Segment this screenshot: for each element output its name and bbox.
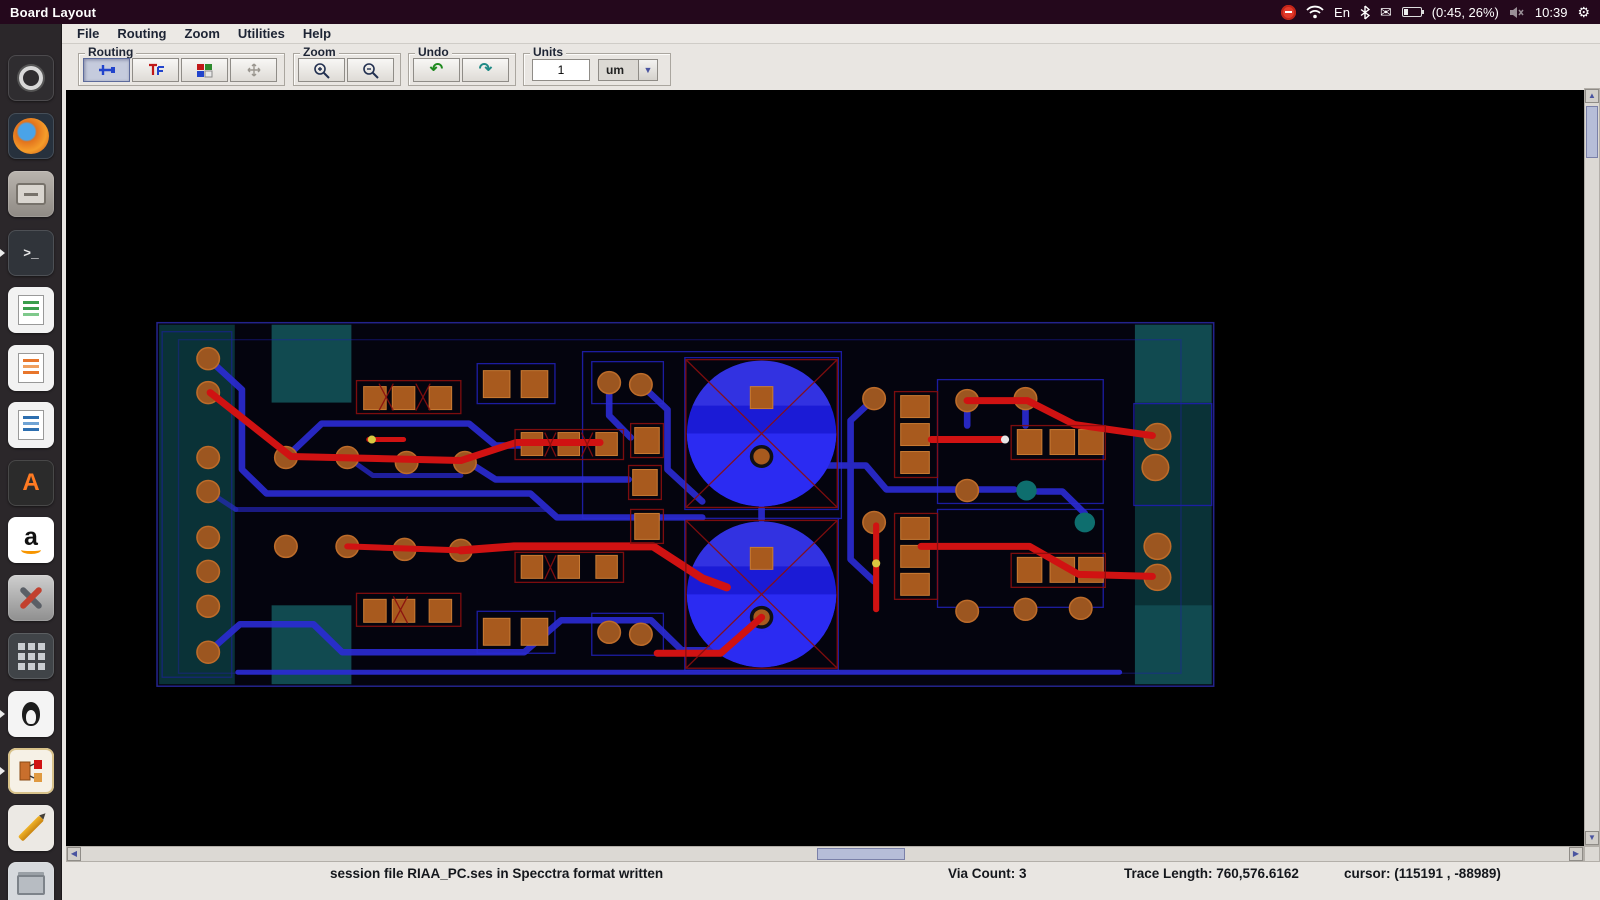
- undo-button[interactable]: ↶: [413, 58, 460, 82]
- route-icon: [98, 65, 115, 75]
- menu-help[interactable]: Help: [294, 26, 340, 41]
- horizontal-scrollbar[interactable]: ◀ ▶: [66, 846, 1584, 862]
- system-tray: En ✉ (0:45, 26%) 10:39 ⚙: [1281, 3, 1590, 21]
- unit-select-value: um: [606, 63, 624, 77]
- trace-icon: [148, 63, 164, 75]
- window-title: Board Layout: [10, 4, 97, 20]
- trace-mode-button[interactable]: [132, 58, 179, 82]
- toolbar: Routing Zoom Undo ↶ ↷ Units 1 um ▼: [62, 44, 1600, 88]
- launcher-terminal-icon[interactable]: >_: [8, 230, 54, 276]
- redo-button[interactable]: ↷: [462, 58, 509, 82]
- toolbar-group-undo: Undo ↶ ↷: [408, 46, 516, 86]
- launcher-files-stack-icon[interactable]: [8, 862, 54, 900]
- drawer-icon: [16, 183, 46, 205]
- amazon-a-icon: a: [24, 523, 38, 551]
- launcher-libreoffice-impress-icon[interactable]: [8, 345, 54, 391]
- layers-icon: [196, 63, 212, 77]
- launcher-bird-app-icon[interactable]: [8, 691, 54, 737]
- unit-scale-input[interactable]: [532, 59, 590, 81]
- move-cross-icon: [247, 63, 260, 77]
- launcher-dash-home-icon[interactable]: [8, 55, 54, 101]
- launcher-archiver-icon[interactable]: [8, 171, 54, 217]
- bluetooth-icon[interactable]: [1360, 3, 1370, 21]
- zoom-out-button[interactable]: [347, 58, 394, 82]
- mail-icon[interactable]: ✉: [1380, 3, 1392, 21]
- move-tool-button[interactable]: [230, 58, 277, 82]
- launcher-firefox-icon[interactable]: [8, 113, 54, 159]
- running-arrow-board-layout: [0, 767, 5, 775]
- menu-routing[interactable]: Routing: [108, 26, 175, 41]
- horizontal-scroll-thumb[interactable]: [817, 848, 906, 860]
- bird-icon: [22, 702, 40, 726]
- dash-ring-icon: [19, 66, 43, 90]
- cursor-position: cursor: (115191 , -88989): [1344, 866, 1501, 881]
- scroll-down-icon[interactable]: ▼: [1585, 831, 1599, 845]
- clock[interactable]: 10:39: [1535, 5, 1568, 20]
- launcher-libreoffice-calc-icon[interactable]: [8, 287, 54, 333]
- volume-muted-icon[interactable]: [1509, 3, 1525, 21]
- zoom-in-icon: [313, 62, 330, 79]
- vertical-scrollbar[interactable]: ▲ ▼: [1584, 88, 1600, 846]
- component-symbol-icon: [19, 760, 42, 782]
- calc-doc-icon: [18, 295, 44, 325]
- launcher-amazon-icon[interactable]: a: [8, 517, 54, 563]
- menu-bar: File Routing Zoom Utilities Help: [62, 24, 1600, 44]
- stack-icon: [17, 875, 45, 895]
- launcher-text-editor-icon[interactable]: A: [8, 460, 54, 506]
- undo-icon: ↶: [429, 61, 444, 78]
- desktop: Board Layout En ✉ (0:45, 26%) 10:39 ⚙ >_…: [0, 0, 1600, 900]
- scroll-right-icon[interactable]: ▶: [1569, 847, 1583, 861]
- redo-icon: ↷: [478, 61, 493, 78]
- scrollbar-corner: [1584, 846, 1600, 862]
- zoom-in-button[interactable]: [298, 58, 345, 82]
- layer-visibility-button[interactable]: [181, 58, 228, 82]
- unit-select[interactable]: um ▼: [598, 59, 658, 81]
- vertical-scroll-thumb[interactable]: [1586, 106, 1598, 158]
- running-arrow-bird-app: [0, 710, 5, 718]
- route-mode-button[interactable]: [83, 58, 130, 82]
- impress-doc-icon: [18, 353, 44, 383]
- menu-file[interactable]: File: [68, 26, 108, 41]
- toolbar-group-zoom: Zoom: [293, 46, 401, 86]
- recording-indicator-icon[interactable]: [1281, 3, 1297, 21]
- pencil-icon: [17, 814, 45, 842]
- menu-utilities[interactable]: Utilities: [229, 26, 294, 41]
- toolbar-group-routing: Routing: [78, 46, 285, 86]
- amazon-smile-icon: [21, 546, 41, 554]
- firefox-globe-icon: [13, 118, 49, 154]
- launcher-calculator-icon[interactable]: [8, 633, 54, 679]
- menu-zoom[interactable]: Zoom: [176, 26, 229, 41]
- session-gear-icon[interactable]: ⚙: [1577, 3, 1590, 21]
- scroll-left-icon[interactable]: ◀: [67, 847, 81, 861]
- group-label-units: Units: [530, 46, 566, 59]
- pcb-canvas[interactable]: [66, 90, 1584, 846]
- launcher-pencil-editor-icon[interactable]: [8, 805, 54, 851]
- terminal-prompt-icon: >_: [23, 245, 39, 261]
- battery-status[interactable]: (0:45, 26%): [1432, 5, 1499, 20]
- launcher-libreoffice-writer-icon[interactable]: [8, 402, 54, 448]
- status-bar: session file RIAA_PC.ses in Specctra for…: [62, 862, 1600, 900]
- launcher-settings-icon[interactable]: [8, 575, 54, 621]
- keypad-icon: [17, 642, 45, 670]
- writer-doc-icon: [18, 410, 44, 440]
- status-message: session file RIAA_PC.ses in Specctra for…: [330, 866, 664, 881]
- launcher-board-layout-icon[interactable]: [8, 748, 54, 794]
- top-panel: Board Layout En ✉ (0:45, 26%) 10:39 ⚙: [0, 0, 1600, 24]
- pcb-render: [156, 321, 1215, 687]
- horizontal-scroll-row: ◀ ▶: [62, 846, 1600, 862]
- launcher: >_ A a: [0, 24, 62, 900]
- battery-icon[interactable]: [1401, 3, 1424, 21]
- wifi-icon[interactable]: [1306, 3, 1324, 21]
- toolbar-group-units: Units um ▼: [523, 46, 671, 86]
- letter-a-icon: A: [22, 469, 40, 496]
- trace-length: Trace Length: 760,576.6162: [1124, 866, 1299, 881]
- scroll-up-icon[interactable]: ▲: [1585, 89, 1599, 103]
- running-arrow-terminal: [0, 249, 5, 257]
- chevron-down-icon: ▼: [638, 60, 657, 80]
- canvas-row: ▲ ▼: [62, 88, 1600, 846]
- zoom-out-icon: [362, 62, 379, 79]
- via-count: Via Count: 3: [948, 866, 1027, 881]
- keyboard-layout[interactable]: En: [1334, 5, 1350, 20]
- board-layout-window: File Routing Zoom Utilities Help Routing: [62, 24, 1600, 900]
